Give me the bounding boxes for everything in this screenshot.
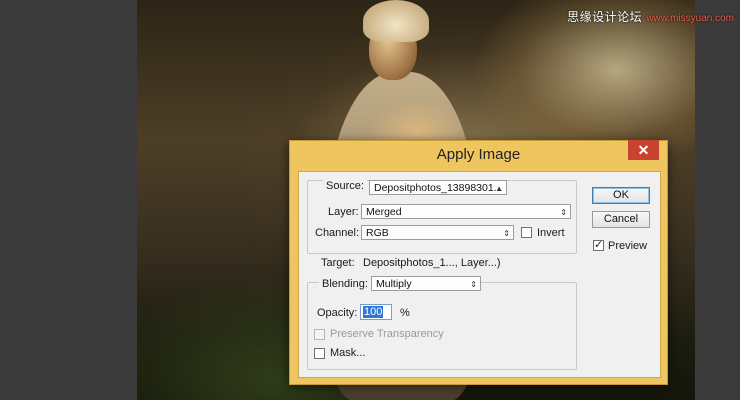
preview-label: Preview: [608, 240, 648, 252]
target-label: Target:: [321, 257, 355, 269]
updown-chevron-icon: ▲: [495, 184, 503, 193]
source-select-value: Depositphotos_13898301...: [374, 182, 503, 194]
layer-select-value: Merged: [366, 206, 402, 218]
source-select[interactable]: Depositphotos_13898301... ▲: [369, 180, 507, 195]
ok-button[interactable]: OK: [592, 187, 650, 204]
checkmark-icon: ✓: [594, 239, 604, 251]
layer-label: Layer:: [328, 206, 359, 218]
dialog-client-area: Source: Depositphotos_13898301... ▲ Laye…: [298, 171, 661, 378]
source-label: Source:: [323, 174, 367, 192]
mask-label[interactable]: Mask...: [330, 347, 365, 359]
apply-image-dialog: Apply Image ✕ Source: Depositphotos_1389…: [289, 140, 668, 385]
updown-chevron-icon: ⇕: [560, 208, 567, 217]
opacity-input[interactable]: 100: [360, 304, 392, 320]
channel-label: Channel:: [315, 227, 360, 239]
cancel-button[interactable]: Cancel: [592, 211, 650, 228]
dialog-title-bar[interactable]: Apply Image ✕: [290, 140, 667, 171]
target-value: Depositphotos_1..., Layer...): [363, 257, 501, 269]
invert-checkbox[interactable]: [521, 227, 532, 238]
preserve-transparency-label: Preserve Transparency: [330, 328, 444, 340]
opacity-input-value: 100: [363, 306, 384, 318]
mask-checkbox[interactable]: [314, 348, 325, 359]
blending-select[interactable]: Multiply ⇕: [371, 276, 481, 291]
channel-select-value: RGB: [366, 227, 389, 239]
channel-select[interactable]: RGB ⇕: [361, 225, 514, 240]
watermark-text: 思缘设计论坛: [567, 10, 643, 24]
preserve-transparency-checkbox[interactable]: [314, 329, 325, 340]
invert-label: Invert: [537, 227, 565, 239]
blending-label: Blending:: [319, 276, 371, 290]
close-icon: ✕: [637, 142, 650, 158]
layer-select[interactable]: Merged ⇕: [361, 204, 571, 219]
updown-chevron-icon: ⇕: [503, 229, 510, 238]
updown-chevron-icon: ⇕: [470, 280, 477, 289]
dialog-title: Apply Image: [436, 146, 521, 163]
close-button[interactable]: ✕: [628, 140, 659, 160]
preview-checkbox[interactable]: ✓: [593, 239, 604, 251]
opacity-label: Opacity:: [317, 307, 358, 319]
watermark-site: www.missyuan.com: [646, 13, 734, 24]
opacity-unit: %: [400, 307, 410, 319]
photo-figure-hair: [363, 0, 429, 42]
blending-select-value: Multiply: [376, 278, 412, 290]
watermark: 思缘设计论坛 www.missyuan.com: [567, 8, 734, 25]
